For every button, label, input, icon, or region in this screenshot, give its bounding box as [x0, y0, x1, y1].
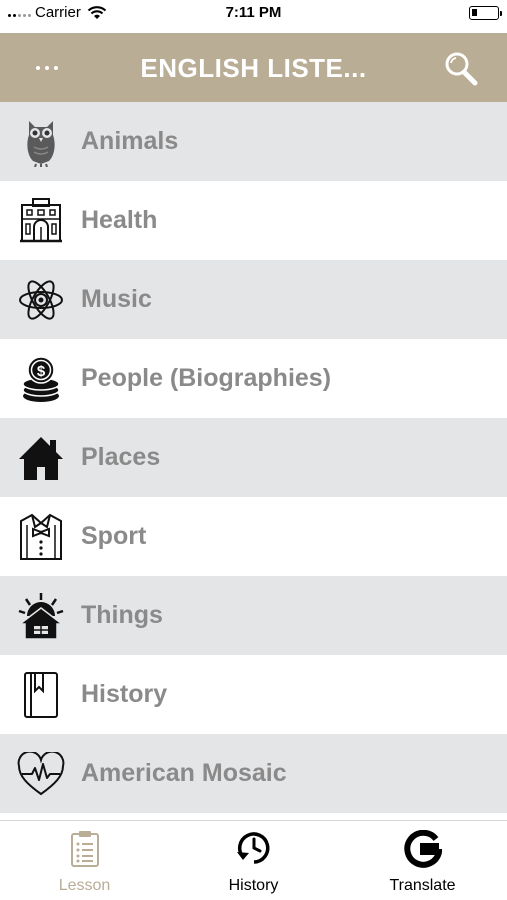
svg-text:$: $	[37, 363, 46, 380]
book-icon	[17, 670, 65, 720]
list-item-label: Places	[81, 443, 161, 471]
list-item-label: American Mosaic	[81, 759, 287, 787]
list-item-sport[interactable]: Sport	[0, 497, 507, 576]
clock-history-icon	[234, 829, 274, 869]
tab-bar: Lesson History Translate	[0, 820, 507, 900]
search-button[interactable]	[443, 51, 479, 87]
list-item-american-mosaic[interactable]: American Mosaic	[0, 734, 507, 813]
tab-label: Lesson	[58, 877, 111, 894]
category-list[interactable]: Animals Health Music $ People (Biographi…	[0, 102, 507, 820]
list-item-label: Health	[81, 206, 158, 234]
tab-label: Translate	[389, 877, 456, 894]
list-item-label: Animals	[81, 127, 179, 155]
list-item-label: Sport	[81, 522, 147, 550]
heart-pulse-icon	[17, 749, 65, 799]
tab-translate[interactable]: Translate	[338, 821, 507, 900]
list-item-places[interactable]: Places	[0, 418, 507, 497]
list-item-label: Music	[81, 285, 152, 313]
page-title: ENGLISH LISTE...	[140, 53, 367, 83]
atom-icon	[17, 275, 65, 325]
clipboard-icon	[65, 829, 105, 869]
list-item-label: People (Biographies)	[81, 364, 332, 392]
tab-label: History	[228, 877, 279, 894]
sunrise-house-icon	[17, 591, 65, 641]
battery-icon	[469, 6, 502, 20]
tab-history[interactable]: History	[169, 821, 338, 900]
list-item-history[interactable]: History	[0, 655, 507, 734]
google-g-icon	[403, 829, 443, 869]
list-item-health[interactable]: Health	[0, 181, 507, 260]
house-icon	[17, 433, 65, 483]
search-icon	[445, 52, 478, 86]
more-menu-button[interactable]	[22, 53, 74, 83]
list-item-people[interactable]: $ People (Biographies)	[0, 339, 507, 418]
building-icon	[17, 196, 65, 246]
list-item-label: Things	[81, 601, 163, 629]
coins-icon: $	[17, 354, 65, 404]
tab-lesson[interactable]: Lesson	[0, 821, 169, 900]
shirt-bowtie-icon	[17, 512, 65, 562]
list-item-music[interactable]: Music	[0, 260, 507, 339]
status-time: 7:11 PM	[225, 4, 282, 21]
list-item-animals[interactable]: Animals	[0, 102, 507, 181]
more-dots-icon	[36, 66, 40, 70]
owl-icon	[17, 117, 65, 167]
status-bar: Carrier 7:11 PM	[0, 0, 507, 33]
list-item-label: History	[81, 680, 168, 708]
list-item-things[interactable]: Things	[0, 576, 507, 655]
navigation-bar: ENGLISH LISTE...	[0, 33, 507, 102]
